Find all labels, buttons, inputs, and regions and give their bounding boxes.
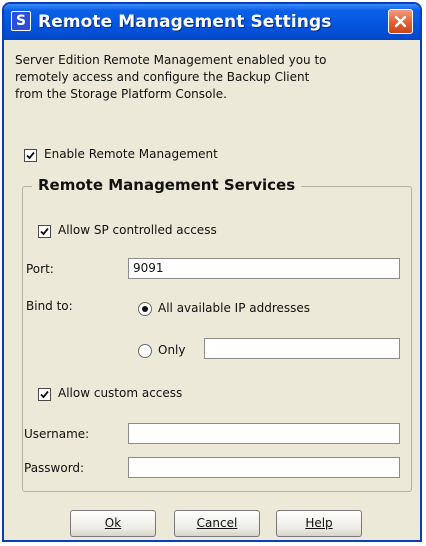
description-line: from the Storage Platform Console.: [15, 87, 227, 101]
checkmark-icon: [40, 227, 49, 236]
cancel-button-label: Cancel: [196, 516, 238, 530]
cancel-button[interactable]: Cancel: [174, 510, 260, 537]
app-icon: S: [11, 11, 31, 31]
description-line: remotely access and configure the Backup…: [15, 70, 310, 84]
port-label: Port:: [26, 262, 54, 276]
bind-all-label[interactable]: All available IP addresses: [158, 301, 310, 315]
checkmark-icon: [26, 151, 35, 160]
enable-remote-management-checkbox[interactable]: [24, 149, 37, 162]
description-line: Server Edition Remote Management enabled…: [15, 53, 327, 67]
username-label: Username:: [24, 427, 90, 441]
help-button[interactable]: Help: [276, 510, 362, 537]
description-text: Server Edition Remote Management enabled…: [15, 52, 410, 103]
allow-sp-access-label[interactable]: Allow SP controlled access: [58, 223, 217, 237]
password-label: Password:: [24, 461, 85, 475]
bind-all-radio[interactable]: [138, 302, 152, 316]
username-input[interactable]: [128, 423, 400, 444]
checkmark-icon: [40, 390, 49, 399]
bind-to-label: Bind to:: [26, 299, 73, 313]
password-input[interactable]: [128, 457, 400, 478]
port-input[interactable]: 9091: [128, 258, 400, 279]
ok-button-label: Ok: [104, 516, 122, 530]
ok-button[interactable]: Ok: [70, 510, 156, 537]
close-button[interactable]: [388, 9, 413, 34]
dialog-content: Server Edition Remote Management enabled…: [4, 40, 420, 540]
remote-management-dialog: S Remote Management Settings Server Edit…: [2, 2, 422, 542]
window-title: Remote Management Settings: [38, 12, 332, 32]
enable-remote-management-label[interactable]: Enable Remote Management: [44, 147, 218, 161]
help-button-label: Help: [305, 516, 333, 530]
allow-custom-access-checkbox[interactable]: [38, 388, 51, 401]
allow-custom-access-label[interactable]: Allow custom access: [58, 386, 182, 400]
bind-only-label[interactable]: Only: [158, 343, 186, 357]
group-legend: Remote Management Services: [32, 176, 302, 194]
bind-only-radio[interactable]: [138, 344, 152, 358]
title-bar[interactable]: S Remote Management Settings: [4, 4, 420, 40]
allow-sp-access-checkbox[interactable]: [38, 225, 51, 238]
radio-selected-dot: [142, 306, 148, 312]
close-icon: [394, 15, 407, 28]
bind-only-ip-input[interactable]: [204, 338, 400, 359]
